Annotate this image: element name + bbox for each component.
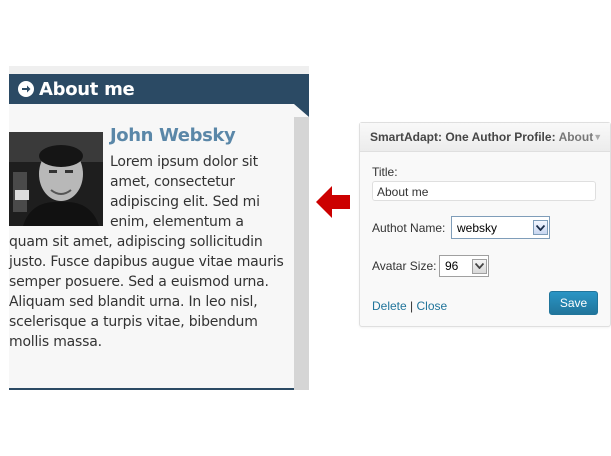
- author-name-value: websky: [457, 220, 498, 235]
- title-input[interactable]: About me: [372, 181, 596, 201]
- link-separator: |: [410, 299, 414, 313]
- panel-title: SmartAdapt: One Author Profile:: [370, 130, 556, 144]
- title-label: Title:: [372, 165, 398, 179]
- panel-links: Delete | Close: [372, 299, 447, 313]
- close-link[interactable]: Close: [417, 299, 448, 313]
- widget-bottom-border: [9, 388, 294, 390]
- panel-header[interactable]: SmartAdapt: One Author Profile: About ▼: [360, 123, 610, 152]
- avatar-size-label: Avatar Size:: [372, 259, 437, 273]
- author-profile: John Websky Lorem ipsum dolor sit amet, …: [9, 124, 287, 352]
- header-fold-decoration: [294, 104, 309, 117]
- arrow-right-circle-icon: [18, 81, 34, 97]
- widget-top-strip: [9, 66, 309, 74]
- author-name-select[interactable]: websky: [451, 216, 550, 239]
- avatar-size-value: 96: [445, 259, 459, 273]
- panel-subtitle: About: [558, 130, 594, 144]
- about-me-widget: About me John Websky Lorem ipsum dolor s…: [9, 66, 309, 390]
- widget-title: About me: [39, 78, 135, 100]
- chevron-down-icon[interactable]: [472, 258, 487, 274]
- avatar: [9, 132, 103, 226]
- widget-side-bar: [294, 117, 309, 390]
- widget-header: About me: [9, 74, 309, 104]
- delete-link[interactable]: Delete: [372, 299, 407, 313]
- arrow-left-icon: [316, 186, 350, 218]
- widget-settings-panel: SmartAdapt: One Author Profile: About ▼ …: [359, 122, 611, 327]
- author-name-label: Authot Name:: [372, 221, 446, 235]
- chevron-down-icon[interactable]: [533, 220, 548, 235]
- caret-down-icon[interactable]: ▼: [593, 132, 602, 142]
- avatar-size-select[interactable]: 96: [439, 255, 489, 277]
- save-button[interactable]: Save: [549, 291, 598, 315]
